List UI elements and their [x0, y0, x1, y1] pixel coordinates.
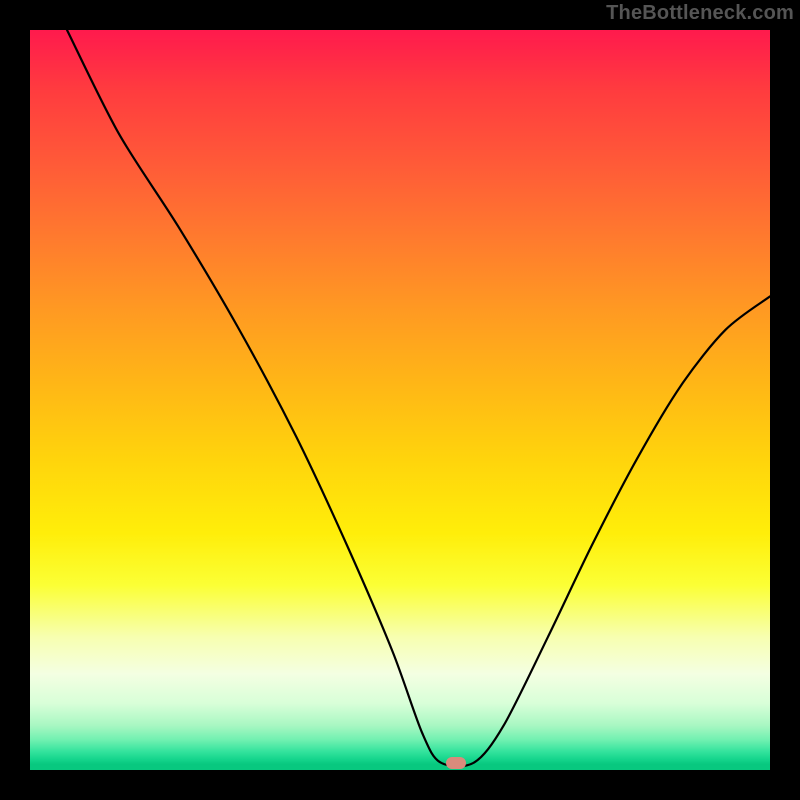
- curve-line: [67, 30, 770, 766]
- sweet-spot-marker: [446, 757, 466, 769]
- chart-frame: TheBottleneck.com: [0, 0, 800, 800]
- watermark-text: TheBottleneck.com: [606, 2, 794, 25]
- plot-area: [30, 30, 770, 770]
- bottleneck-curve: [30, 30, 770, 770]
